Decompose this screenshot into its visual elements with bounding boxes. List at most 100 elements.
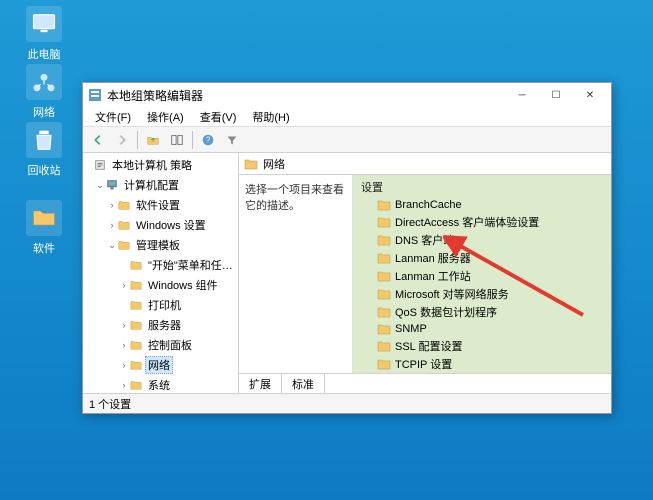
folder-icon — [129, 358, 143, 372]
list-item-label: QoS 数据包计划程序 — [395, 304, 497, 320]
folder-icon — [377, 251, 391, 265]
list-item[interactable]: TCPIP 设置 — [353, 355, 611, 373]
help-button[interactable]: ? — [197, 129, 219, 151]
tree-label: 系统 — [145, 376, 173, 393]
titlebar[interactable]: 本地组策略编辑器 ─ ☐ ✕ — [83, 83, 611, 107]
tree-node[interactable]: › 服务器 — [83, 315, 238, 335]
expand-icon[interactable]: › — [107, 200, 117, 210]
tree-node[interactable]: ›控制面板 — [83, 335, 238, 355]
tabs-row: 扩展 标准 — [239, 373, 611, 393]
desktop-icon-software[interactable]: 软件 — [14, 200, 74, 256]
gpedit-window: 本地组策略编辑器 ─ ☐ ✕ 文件(F) 操作(A) 查看(V) 帮助(H) ?… — [82, 82, 612, 414]
up-button[interactable] — [142, 129, 164, 151]
collapse-icon[interactable]: ⌄ — [107, 240, 117, 251]
folder-icon — [129, 298, 143, 312]
maximize-button[interactable]: ☐ — [539, 84, 573, 106]
tree-node[interactable]: › Windows 设置 — [83, 215, 238, 235]
folder-icon — [117, 218, 131, 232]
expand-icon[interactable]: › — [119, 340, 129, 350]
filter-button[interactable] — [221, 129, 243, 151]
list-item[interactable]: DirectAccess 客户端体验设置 — [353, 213, 611, 231]
tree-node[interactable]: › 系统 — [83, 375, 238, 393]
folder-icon — [377, 287, 391, 301]
tree-label: 本地计算机 策略 — [109, 156, 195, 174]
desktop-icon-label: 此电脑 — [14, 46, 74, 62]
folder-icon — [377, 269, 391, 283]
tree-node[interactable]: ›软件设置 — [83, 195, 238, 215]
tree-node[interactable]: ⌄ 管理模板 — [83, 235, 238, 255]
menu-help[interactable]: 帮助(H) — [244, 107, 297, 126]
folder-icon — [377, 305, 391, 319]
list-item[interactable]: Lanman 工作站 — [353, 267, 611, 285]
list-item[interactable]: BranchCache — [353, 197, 611, 213]
tree-node[interactable]: ⌄ 计算机配置 — [83, 175, 238, 195]
expand-icon[interactable]: › — [107, 220, 117, 230]
tab-extended[interactable]: 扩展 — [239, 374, 282, 393]
list-item-label: Lanman 工作站 — [395, 268, 471, 284]
tree-label: Windows 设置 — [133, 216, 209, 234]
list-item[interactable]: DNS 客户端 — [353, 231, 611, 249]
item-list[interactable]: 设置 BranchCacheDirectAccess 客户端体验设置DNS 客户… — [353, 175, 611, 373]
list-item-label: Microsoft 对等网络服务 — [395, 286, 509, 302]
tree-label: 服务器 — [145, 316, 184, 334]
list-item-label: DNS 客户端 — [395, 232, 454, 248]
expand-icon[interactable]: › — [119, 320, 129, 330]
svg-text:?: ? — [206, 135, 211, 144]
window-title: 本地组策略编辑器 — [107, 87, 203, 104]
toolbar: ? — [83, 127, 611, 153]
folder-icon — [129, 318, 143, 332]
tree-label: 计算机配置 — [121, 176, 182, 194]
tree-panel[interactable]: 本地计算机 策略⌄计算机配置›软件设置›Windows 设置⌄管理模板"开始"菜… — [83, 153, 239, 393]
policy-icon — [93, 158, 107, 172]
desktop-icon-label: 软件 — [14, 240, 74, 256]
list-item[interactable]: QoS 数据包计划程序 — [353, 303, 611, 321]
menu-file[interactable]: 文件(F) — [87, 107, 139, 126]
folder-icon — [117, 238, 131, 252]
menubar: 文件(F) 操作(A) 查看(V) 帮助(H) — [83, 107, 611, 127]
folder-icon — [129, 378, 143, 392]
tree-node[interactable]: › Windows 组件 — [83, 275, 238, 295]
item-description-panel: 选择一个项目来查看它的描述。 — [239, 175, 353, 373]
folder-icon — [26, 200, 62, 236]
collapse-icon[interactable]: ⌄ — [95, 180, 105, 191]
menu-action[interactable]: 操作(A) — [139, 107, 192, 126]
folder-icon — [377, 198, 391, 212]
expand-icon[interactable]: › — [119, 280, 129, 290]
list-item[interactable]: Microsoft 对等网络服务 — [353, 285, 611, 303]
right-pane: 网络 选择一个项目来查看它的描述。 设置 BranchCacheDirectAc… — [239, 153, 611, 393]
tree-node[interactable]: 本地计算机 策略 — [83, 155, 238, 175]
desktop-icon-label: 网络 — [14, 104, 74, 120]
tree-label: Windows 组件 — [145, 276, 221, 294]
menu-view[interactable]: 查看(V) — [192, 107, 245, 126]
tree-node[interactable]: 打印机 — [83, 295, 238, 315]
this-pc-icon — [26, 6, 62, 42]
expand-icon[interactable]: › — [119, 360, 129, 370]
list-item-label: BranchCache — [395, 199, 462, 211]
back-button[interactable] — [87, 129, 109, 151]
folder-icon — [377, 339, 391, 353]
tree-node[interactable]: "开始"菜单和任… — [83, 255, 238, 275]
description-prompt: 选择一个项目来查看它的描述。 — [245, 184, 344, 212]
show-hide-button[interactable] — [166, 129, 188, 151]
list-item[interactable]: SSL 配置设置 — [353, 337, 611, 355]
desktop-icon-recycle-bin[interactable]: 回收站 — [14, 122, 74, 178]
folder-icon — [129, 258, 143, 272]
network-icon — [26, 64, 62, 100]
desktop-icon-network[interactable]: 网络 — [14, 64, 74, 120]
list-item[interactable]: Lanman 服务器 — [353, 249, 611, 267]
folder-icon — [117, 198, 131, 212]
minimize-button[interactable]: ─ — [505, 84, 539, 106]
folder-icon — [377, 215, 391, 229]
statusbar: 1 个设置 — [83, 393, 611, 413]
forward-button[interactable] — [111, 129, 133, 151]
desktop-icon-this-pc[interactable]: 此电脑 — [14, 6, 74, 62]
expand-icon[interactable]: › — [119, 380, 129, 390]
list-item[interactable]: SNMP — [353, 321, 611, 337]
right-header: 网络 — [239, 153, 611, 175]
tree-label: 管理模板 — [133, 236, 183, 254]
tree-label: 网络 — [145, 356, 173, 374]
tree-node[interactable]: › 网络 — [83, 355, 238, 375]
list-item-label: SNMP — [395, 323, 427, 335]
close-button[interactable]: ✕ — [573, 84, 607, 106]
tab-standard[interactable]: 标准 — [282, 374, 325, 393]
